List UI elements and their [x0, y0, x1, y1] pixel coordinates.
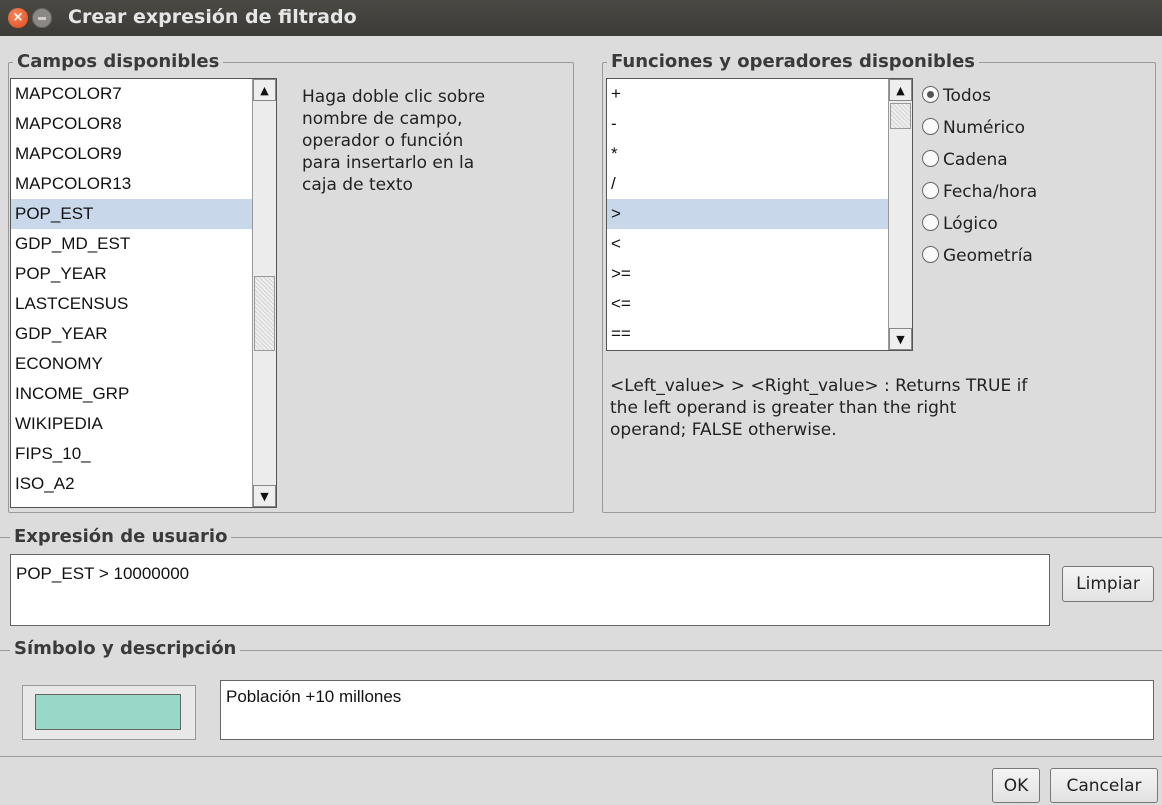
scroll-down-icon[interactable]: ▼ [889, 328, 912, 350]
description-line: the left operand is greater than the rig… [610, 398, 957, 418]
field-item[interactable]: GDP_MD_EST [11, 229, 276, 259]
fields-help-text: Haga doble clic sobre nombre de campo, o… [302, 86, 485, 196]
category-radio[interactable]: Numérico [922, 112, 1025, 144]
radio-label: Todos [943, 86, 991, 106]
field-item[interactable]: ISO_A3 [11, 499, 276, 507]
functions-group-label: Funciones y operadores disponibles [607, 51, 980, 73]
radio-label: Fecha/hora [943, 182, 1038, 202]
radio-icon[interactable] [922, 117, 939, 135]
field-item[interactable]: LASTCENSUS [11, 289, 276, 319]
scroll-down-icon[interactable]: ▼ [253, 485, 276, 507]
field-item[interactable]: ECONOMY [11, 349, 276, 379]
category-radio[interactable]: Todos [922, 80, 991, 112]
operator-item[interactable]: < [607, 229, 912, 259]
fields-scroll-thumb[interactable] [254, 276, 275, 351]
expression-value: POP_EST > 10000000 [16, 564, 190, 583]
help-line: Haga doble clic sobre [302, 87, 486, 107]
field-item[interactable]: MAPCOLOR8 [11, 109, 276, 139]
buttons-separator [0, 756, 1162, 757]
fields-list[interactable]: MAPCOLOR7 MAPCOLOR8 MAPCOLOR9 MAPCOLOR13 POP… [10, 78, 277, 508]
functions-list[interactable]: + - * / > < >= <= == ▲ ▼ [606, 78, 913, 351]
category-radio[interactable]: Fecha/hora [922, 176, 1037, 208]
radio-label: Numérico [943, 118, 1025, 138]
operator-item[interactable]: * [607, 139, 912, 169]
operator-item[interactable]: == [607, 319, 912, 349]
cancel-button[interactable]: Cancelar [1050, 768, 1158, 803]
close-icon[interactable]: × [8, 8, 28, 28]
field-item[interactable]: MAPCOLOR7 [11, 79, 276, 109]
functions-scrollbar[interactable]: ▲ ▼ [888, 79, 912, 350]
radio-icon[interactable] [922, 245, 939, 263]
field-item[interactable]: WIKIPEDIA [11, 409, 276, 439]
description-value: Población +10 millones [226, 687, 402, 706]
symbol-group-label: Símbolo y descripción [10, 638, 241, 660]
radio-label: Geometría [943, 246, 1033, 266]
scroll-up-icon[interactable]: ▲ [253, 79, 276, 101]
operator-item[interactable]: <= [607, 289, 912, 319]
field-item[interactable]: POP_YEAR [11, 259, 276, 289]
operator-item[interactable]: > [607, 199, 912, 229]
window-title: Crear expresión de filtrado [68, 6, 357, 28]
scroll-up-icon[interactable]: ▲ [889, 79, 912, 101]
fields-list-items: MAPCOLOR7 MAPCOLOR8 MAPCOLOR9 MAPCOLOR13 POP… [11, 79, 276, 507]
expression-group-label: Expresión de usuario [10, 526, 232, 548]
description-line: operand; FALSE otherwise. [610, 420, 837, 440]
symbol-color-swatch [35, 694, 181, 730]
radio-icon[interactable] [922, 85, 939, 103]
field-item[interactable]: MAPCOLOR9 [11, 139, 276, 169]
field-item[interactable]: ISO_A2 [11, 469, 276, 499]
field-item[interactable]: GDP_YEAR [11, 319, 276, 349]
category-radio[interactable]: Geometría [922, 240, 1033, 272]
function-description: <Left_value> > <Right_value> : Returns T… [610, 375, 1027, 441]
title-bar: × Crear expresión de filtrado [0, 0, 1162, 36]
field-item[interactable]: POP_EST [11, 199, 276, 229]
ok-button[interactable]: OK [992, 768, 1040, 803]
symbol-color-button[interactable] [22, 685, 196, 740]
radio-icon[interactable] [922, 181, 939, 199]
minimize-icon[interactable] [32, 8, 52, 28]
help-line: operador o función [302, 131, 464, 151]
category-radio[interactable]: Lógico [922, 208, 998, 240]
description-line: <Left_value> > <Right_value> : Returns T… [610, 376, 1028, 396]
category-radio[interactable]: Cadena [922, 144, 1008, 176]
radio-label: Cadena [943, 150, 1008, 170]
operator-item[interactable]: >= [607, 259, 912, 289]
clear-button[interactable]: Limpiar [1062, 566, 1154, 602]
field-item[interactable]: INCOME_GRP [11, 379, 276, 409]
help-line: para insertarlo en la [302, 153, 475, 173]
functions-list-items: + - * / > < >= <= == [607, 79, 912, 349]
radio-icon[interactable] [922, 149, 939, 167]
field-item[interactable]: FIPS_10_ [11, 439, 276, 469]
expression-input[interactable]: POP_EST > 10000000 [10, 554, 1050, 626]
operator-item[interactable]: - [607, 109, 912, 139]
radio-label: Lógico [943, 214, 998, 234]
operator-item[interactable]: + [607, 79, 912, 109]
functions-scroll-thumb[interactable] [890, 103, 911, 129]
help-line: nombre de campo, [302, 109, 463, 129]
radio-icon[interactable] [922, 213, 939, 231]
operator-item[interactable]: / [607, 169, 912, 199]
description-input[interactable]: Población +10 millones [220, 680, 1154, 740]
fields-scrollbar[interactable]: ▲ ▼ [252, 79, 276, 507]
fields-group-label: Campos disponibles [13, 51, 224, 73]
help-line: caja de texto [302, 175, 413, 195]
field-item[interactable]: MAPCOLOR13 [11, 169, 276, 199]
